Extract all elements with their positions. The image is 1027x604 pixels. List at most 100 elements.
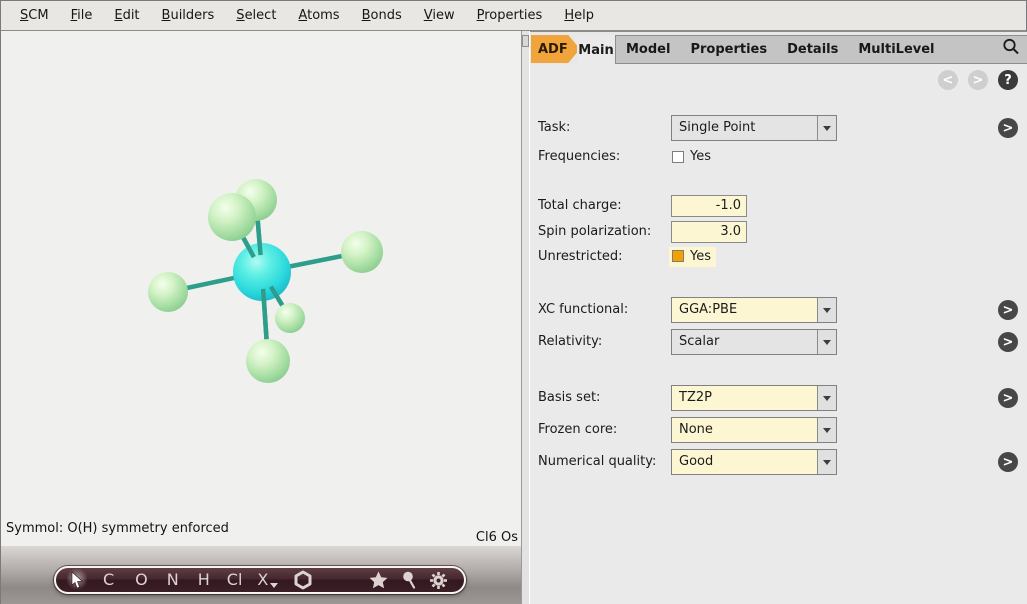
element-button-N[interactable]: N (167, 568, 179, 592)
relativity-value: Scalar (679, 334, 719, 349)
basis-set-label: Basis set: (538, 390, 600, 406)
menu-item[interactable]: Bonds (351, 4, 413, 27)
menu-item[interactable]: Select (225, 4, 287, 27)
ligand-atom[interactable] (341, 231, 383, 273)
search-button[interactable] (1001, 37, 1021, 57)
molecule-canvas[interactable] (1, 31, 521, 546)
ring-tool-button[interactable] (293, 570, 313, 590)
spin-polarization-field[interactable]: 3.0 (671, 221, 747, 243)
frequencies-label: Frequencies: (538, 149, 620, 165)
tab-item[interactable]: MultiLevel (848, 42, 944, 57)
unrestricted-checkbox[interactable] (672, 250, 684, 262)
molecular-formula: Cl6 Os (476, 530, 518, 545)
task-combobox[interactable]: Single Point (671, 115, 837, 141)
back-button[interactable]: < (938, 70, 958, 90)
numerical-quality-dropdown-button[interactable] (817, 450, 836, 474)
spin-polarization-label: Spin polarization: (538, 224, 651, 240)
task-label: Task: (538, 120, 570, 136)
element-toolbar: C O N H Cl X (54, 566, 466, 594)
hexagon-ring-icon (293, 570, 313, 590)
xc-functional-value: GGA:PBE (679, 302, 737, 317)
frozen-core-combobox[interactable]: None (671, 417, 837, 443)
tab-bar: ADF Main Model Properties Details MultiL… (530, 31, 1027, 64)
menu-item[interactable]: SCM (9, 4, 60, 27)
unrestricted-label: Unrestricted: (538, 249, 623, 265)
splitter-handle[interactable] (522, 35, 529, 47)
relativity-combobox[interactable]: Scalar (671, 329, 837, 355)
chevron-down-icon (823, 308, 831, 313)
application-window: SCM File Edit Builders Select Atoms Bond… (0, 0, 1027, 604)
panel-splitter[interactable] (521, 31, 530, 604)
menu-bar: SCM File Edit Builders Select Atoms Bond… (1, 1, 1026, 31)
favorites-button[interactable] (369, 571, 388, 589)
frozen-core-label: Frozen core: (538, 422, 617, 438)
select-cursor-tool[interactable] (67, 569, 87, 591)
tab-group: Model Properties Details MultiLevel (615, 35, 1027, 64)
ligand-atom[interactable] (275, 303, 305, 333)
element-picker-button[interactable]: X (257, 568, 268, 592)
star-icon (369, 571, 388, 589)
search-icon (1001, 37, 1021, 57)
forward-button[interactable]: > (968, 70, 988, 90)
symmetry-status: Symmol: O(H) symmetry enforced (6, 521, 229, 536)
menu-item[interactable]: Help (553, 4, 605, 27)
menu-item[interactable]: View (413, 4, 466, 27)
tab-item[interactable]: Properties (680, 42, 777, 57)
basis-set-value: TZ2P (679, 390, 712, 405)
tab-main[interactable]: Main (577, 35, 615, 65)
chevron-down-icon (823, 126, 831, 131)
total-charge-field[interactable]: -1.0 (671, 195, 747, 217)
xc-functional-dropdown-button[interactable] (817, 298, 836, 322)
pointer-arrow-icon (70, 571, 84, 589)
menu-item[interactable]: Builders (151, 4, 226, 27)
chevron-down-icon (823, 460, 831, 465)
settings-button[interactable] (429, 571, 448, 590)
builder-toolstrip: C O N H Cl X (1, 546, 521, 604)
tab-item[interactable]: Model (616, 42, 680, 57)
ligand-atom[interactable] (246, 339, 290, 383)
xc-functional-label: XC functional: (538, 302, 628, 318)
frozen-core-dropdown-button[interactable] (817, 418, 836, 442)
menu-item[interactable]: Properties (466, 4, 554, 27)
numerical-quality-value: Good (679, 454, 713, 469)
numerical-quality-label: Numerical quality: (538, 454, 656, 470)
adf-badge[interactable]: ADF (531, 35, 580, 63)
frequencies-yes-label[interactable]: Yes (690, 149, 711, 165)
basis-set-detail-button[interactable]: > (998, 388, 1018, 408)
menu-item[interactable]: Edit (103, 4, 150, 27)
ligand-atom[interactable] (208, 193, 256, 241)
task-detail-button[interactable]: > (998, 118, 1018, 138)
menu-item[interactable]: Atoms (287, 4, 350, 27)
relativity-detail-button[interactable]: > (998, 332, 1018, 352)
frequencies-checkbox[interactable] (672, 151, 684, 163)
unrestricted-yes-label[interactable]: Yes (690, 249, 711, 265)
basis-set-dropdown-button[interactable] (817, 386, 836, 410)
xc-functional-detail-button[interactable]: > (998, 300, 1018, 320)
task-dropdown-button[interactable] (817, 116, 836, 140)
element-button-H[interactable]: H (198, 568, 210, 592)
tab-item[interactable]: Details (777, 42, 848, 57)
relativity-dropdown-button[interactable] (817, 330, 836, 354)
numerical-quality-combobox[interactable]: Good (671, 449, 837, 475)
help-button[interactable]: ? (998, 70, 1018, 90)
input-panel: ADF Main Model Properties Details MultiL… (530, 31, 1027, 604)
relativity-label: Relativity: (538, 334, 602, 350)
chevron-down-icon (823, 340, 831, 345)
pin-icon (401, 571, 417, 589)
menu-item[interactable]: File (60, 4, 104, 27)
frozen-core-value: None (679, 422, 713, 437)
total-charge-label: Total charge: (538, 198, 622, 214)
element-button-Cl[interactable]: Cl (227, 568, 243, 592)
element-button-O[interactable]: O (135, 568, 148, 592)
numerical-quality-detail-button[interactable]: > (998, 452, 1018, 472)
chevron-down-icon (823, 428, 831, 433)
molecule-viewer[interactable]: Symmol: O(H) symmetry enforced Cl6 Os (1, 31, 521, 546)
element-picker-caret-icon (270, 583, 278, 588)
chevron-down-icon (823, 396, 831, 401)
ligand-atom[interactable] (148, 272, 188, 312)
basis-set-combobox[interactable]: TZ2P (671, 385, 837, 411)
xc-functional-combobox[interactable]: GGA:PBE (671, 297, 837, 323)
element-button-C[interactable]: C (103, 568, 114, 592)
gear-icon (429, 571, 448, 590)
pin-tool-button[interactable] (401, 571, 417, 589)
